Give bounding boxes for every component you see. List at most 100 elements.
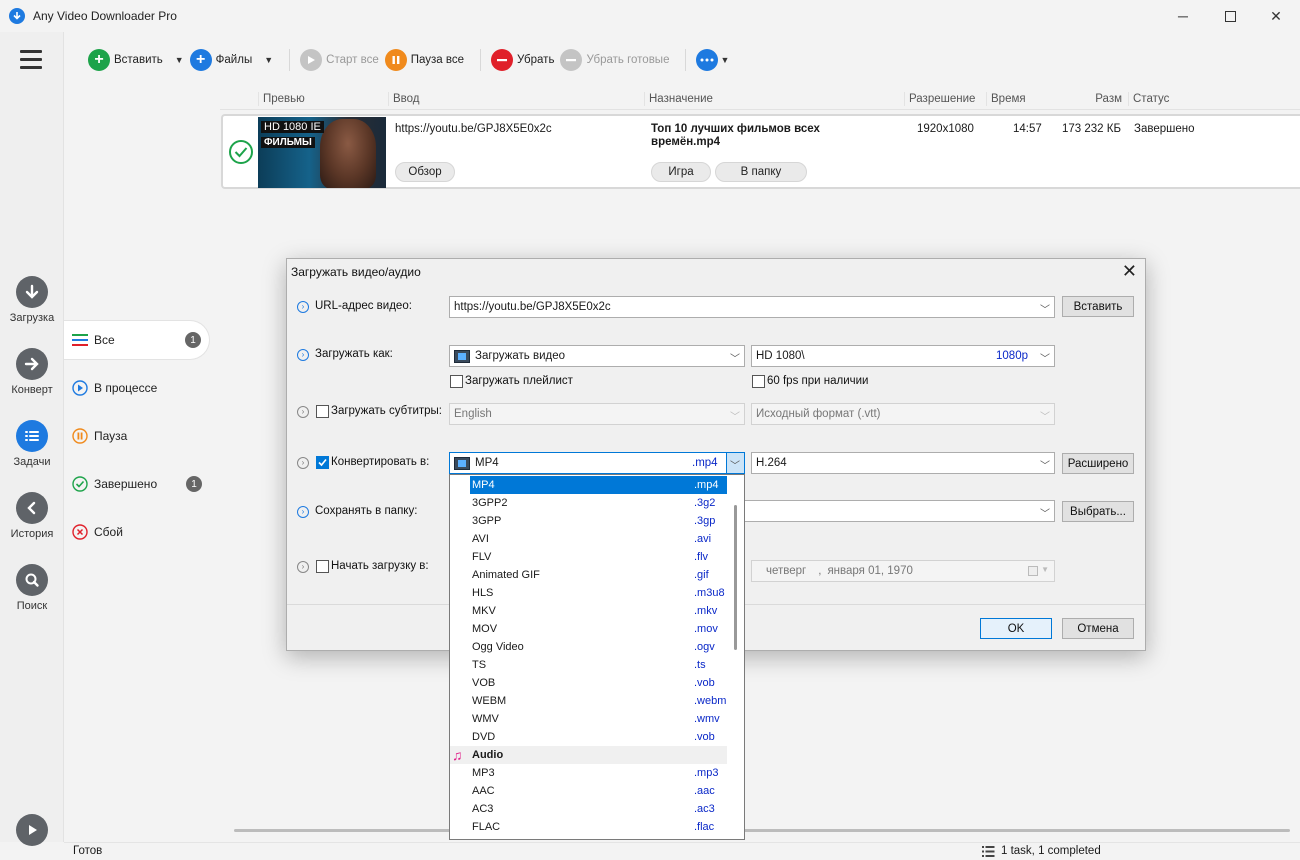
filter-all[interactable]: Все 1	[64, 320, 210, 360]
table-row[interactable]: HD 1080 IE ФИЛЬМЫ https://youtu.be/GPJ8X…	[221, 114, 1300, 189]
format-name: Ogg Video	[472, 641, 524, 653]
rail-tasks[interactable]: Задачи	[0, 420, 64, 468]
convert-format-select[interactable]: MP4 .mp4 ﹀	[449, 452, 745, 474]
column-resolution[interactable]: Разрешение	[904, 92, 975, 106]
format-option[interactable]: WMV .wmv	[470, 710, 727, 728]
rail-label: Конверт	[11, 384, 53, 396]
browse-button[interactable]: Обзор	[395, 162, 455, 182]
format-option[interactable]: AAC .aac	[470, 782, 727, 800]
files-dropdown-icon[interactable]: ▼	[264, 55, 273, 65]
format-option[interactable]: DVD .vob	[470, 728, 727, 746]
column-input[interactable]: Ввод	[388, 92, 420, 106]
more-button[interactable]: ▼	[696, 46, 735, 74]
play-icon	[16, 814, 48, 846]
quality-select[interactable]: HD 1080\ 1080p ﹀	[751, 345, 1055, 367]
expand-icon[interactable]: ›	[297, 457, 309, 469]
format-option[interactable]: FLV .flv	[470, 548, 727, 566]
arrow-right-icon	[16, 348, 48, 380]
plus-icon: +	[189, 49, 212, 71]
format-option[interactable]: VOB .vob	[470, 674, 727, 692]
play-button[interactable]: Игра	[651, 162, 711, 182]
rail-convert[interactable]: Конверт	[0, 348, 64, 396]
format-name: FLAC	[472, 821, 501, 833]
filter-label: В процессе	[94, 381, 158, 395]
paste-button[interactable]: + Вставить	[88, 46, 163, 74]
expand-icon[interactable]: ›	[297, 561, 309, 573]
convert-ext: .mp4	[692, 457, 718, 469]
chevron-down-icon: ﹀	[730, 461, 740, 472]
close-icon[interactable]: ✕	[1122, 261, 1137, 282]
dropdown-scrollbar[interactable]	[734, 505, 737, 650]
column-size[interactable]: Разм	[1046, 92, 1128, 106]
ok-button[interactable]: OK	[980, 618, 1052, 639]
format-option[interactable]: 3GPP2 .3g2	[470, 494, 727, 512]
quality-tag: 1080p	[996, 350, 1028, 362]
row-title: времён.mp4	[651, 136, 721, 148]
expand-icon[interactable]: ›	[297, 406, 309, 418]
remove-button[interactable]: Убрать	[491, 46, 554, 74]
close-window-button[interactable]: ✕	[1253, 0, 1299, 32]
choose-folder-button[interactable]: Выбрать...	[1062, 501, 1134, 522]
format-option[interactable]: AVI .avi	[470, 530, 727, 548]
format-extension: .3g2	[694, 497, 716, 509]
open-folder-button[interactable]: В папку	[715, 162, 807, 182]
filter-paused[interactable]: Пауза	[64, 416, 210, 456]
fps-checkbox[interactable]	[752, 375, 765, 388]
playlist-checkbox[interactable]	[450, 375, 463, 388]
expand-icon[interactable]: ›	[297, 349, 309, 361]
start-all-button[interactable]: Старт все	[300, 46, 379, 74]
column-destination[interactable]: Назначение	[644, 92, 713, 106]
menu-icon[interactable]	[20, 50, 42, 74]
cancel-button[interactable]: Отмена	[1062, 618, 1134, 639]
rail-search[interactable]: Поиск	[0, 564, 64, 612]
format-option[interactable]: Ogg Video .ogv	[470, 638, 727, 656]
format-option[interactable]: FLAC .flac	[470, 818, 727, 836]
filter-in-progress[interactable]: В процессе	[64, 368, 210, 408]
calendar-icon[interactable]	[1028, 566, 1038, 576]
subtitles-label: Загружать субтитры:	[331, 405, 443, 417]
expand-icon[interactable]: ›	[297, 506, 309, 518]
expand-icon[interactable]: ›	[297, 301, 309, 313]
format-option[interactable]: TS .ts	[470, 656, 727, 674]
filter-failed[interactable]: Сбой	[64, 512, 210, 552]
format-option[interactable]: Animated GIF .gif	[470, 566, 727, 584]
dialog-paste-button[interactable]: Вставить	[1062, 296, 1134, 317]
subtitles-checkbox[interactable]	[316, 405, 329, 418]
pause-all-button[interactable]: Пауза все	[384, 46, 464, 74]
files-button[interactable]: + Файлы	[189, 46, 253, 74]
minimize-button[interactable]: ─	[1160, 0, 1206, 32]
format-option[interactable]: WEBM .webm	[470, 692, 727, 710]
url-input[interactable]: https://youtu.be/GPJ8X5E0x2c ﹀	[449, 296, 1055, 318]
maximize-button[interactable]	[1207, 0, 1253, 32]
rail-history[interactable]: История	[0, 492, 64, 540]
subtitles-language-select[interactable]: English ﹀	[449, 403, 745, 425]
filter-completed[interactable]: Завершено 1	[64, 464, 210, 504]
schedule-date-picker[interactable]: четверг , января 01, 1970 ▼	[751, 560, 1055, 582]
horizontal-scrollbar[interactable]	[234, 829, 1290, 832]
download-type-select[interactable]: Загружать видео ﹀	[449, 345, 745, 367]
format-option[interactable]: AC3 .ac3	[470, 800, 727, 818]
quality-value: HD 1080\	[756, 350, 805, 362]
url-value: https://youtu.be/GPJ8X5E0x2c	[454, 301, 611, 313]
schedule-checkbox[interactable]	[316, 560, 329, 573]
left-rail: Загрузка Конверт Задачи История Поиск	[0, 32, 64, 846]
format-option[interactable]: MP3 .mp3	[470, 764, 727, 782]
column-preview[interactable]: Превью	[258, 92, 305, 106]
codec-select[interactable]: H.264 ﹀	[751, 452, 1055, 474]
column-status[interactable]: Статус	[1128, 92, 1169, 106]
advanced-button[interactable]: Расширено	[1062, 453, 1134, 474]
format-option[interactable]: 3GPP .3gp	[470, 512, 727, 530]
rail-play[interactable]	[0, 814, 64, 846]
files-label: Файлы	[215, 54, 253, 66]
convert-checkbox[interactable]	[316, 456, 329, 469]
subtitles-format-select[interactable]: Исходный формат (.vtt) ﹀	[751, 403, 1055, 425]
format-option[interactable]: MOV .mov	[470, 620, 727, 638]
column-time[interactable]: Время	[986, 92, 1046, 106]
format-option[interactable]: MKV .mkv	[470, 602, 727, 620]
format-option[interactable]: HLS .m3u8	[470, 584, 727, 602]
format-option[interactable]: MP4 .mp4	[470, 476, 727, 494]
remove-done-button[interactable]: Убрать готовые	[560, 46, 669, 74]
paste-dropdown-icon[interactable]: ▼	[175, 55, 184, 65]
video-thumbnail[interactable]: HD 1080 IE ФИЛЬМЫ	[258, 117, 386, 188]
rail-download[interactable]: Загрузка	[0, 276, 64, 324]
